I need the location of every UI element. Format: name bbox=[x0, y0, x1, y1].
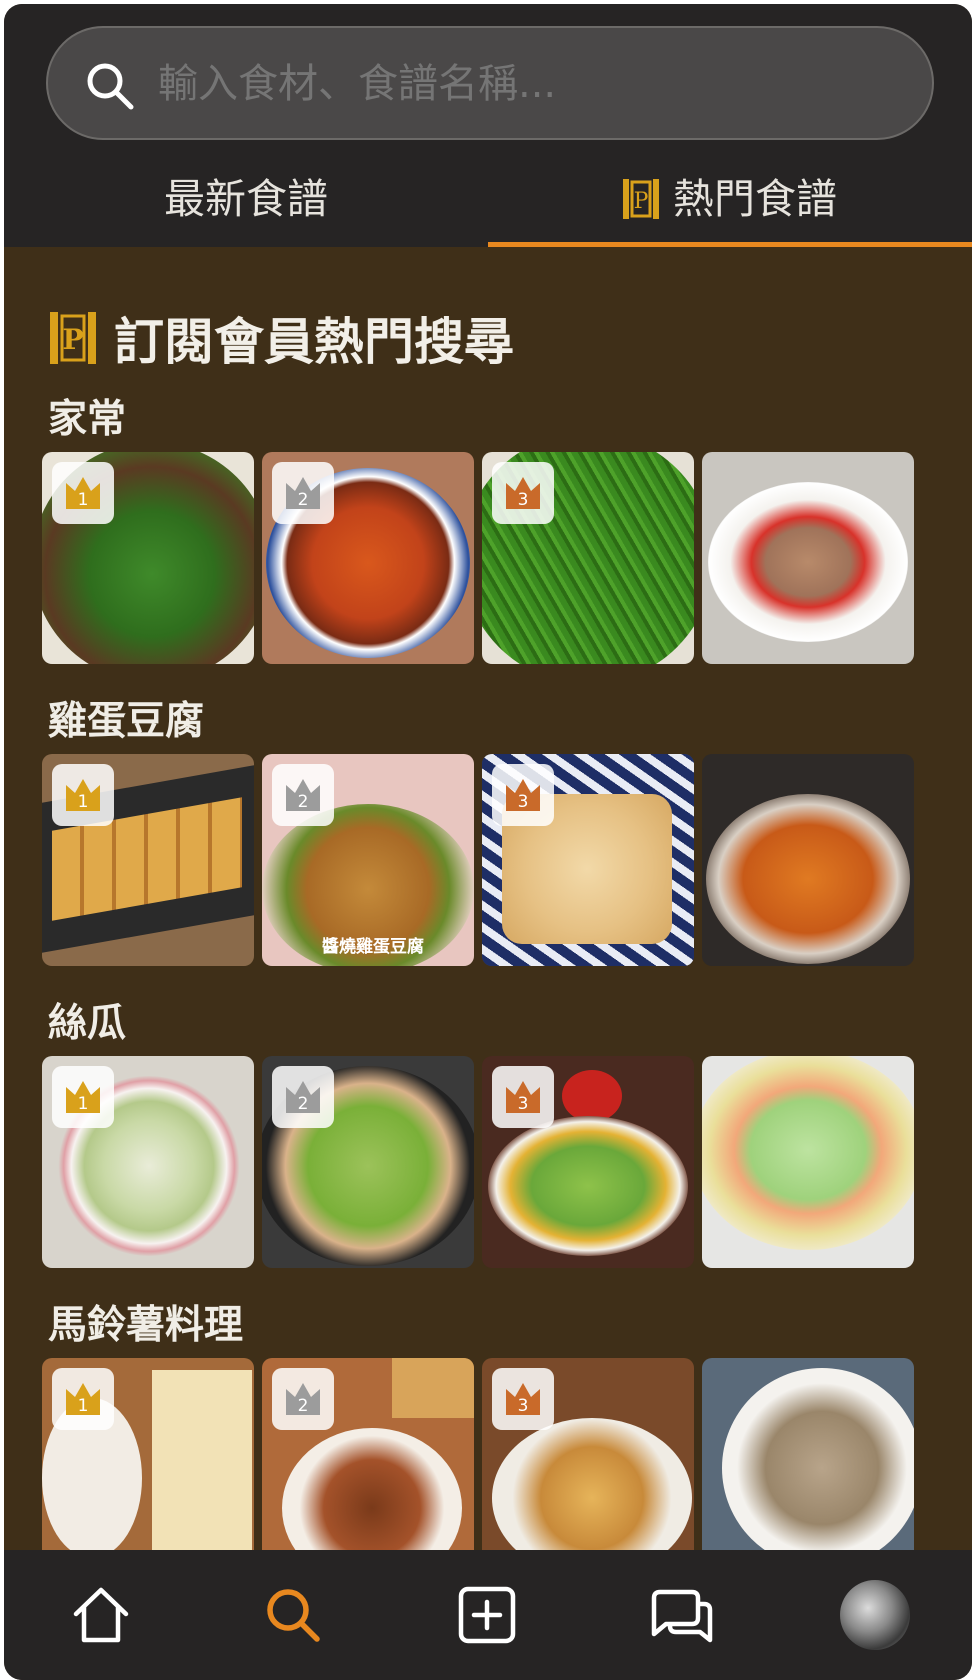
svg-text:P: P bbox=[634, 189, 649, 214]
svg-text:2: 2 bbox=[298, 1094, 309, 1113]
recipe-photo[interactable]: 3 bbox=[482, 1358, 694, 1550]
tab-latest-label: 最新食譜 bbox=[164, 175, 328, 223]
crown-silver-icon: 2 bbox=[286, 1383, 320, 1415]
svg-text:3: 3 bbox=[518, 1094, 529, 1113]
recipe-photo[interactable]: 3 bbox=[482, 1056, 694, 1268]
svg-text:2: 2 bbox=[298, 792, 309, 811]
rank-badge: 1 bbox=[52, 1066, 114, 1128]
svg-text:1: 1 bbox=[78, 792, 89, 811]
recipe-photo[interactable]: 1 bbox=[42, 754, 254, 966]
svg-text:1: 1 bbox=[78, 1094, 89, 1113]
recipe-photo[interactable] bbox=[702, 1358, 914, 1550]
top-bar: 最新食譜 P 熱門食譜 bbox=[4, 4, 972, 247]
rank-badge: 2 bbox=[272, 1066, 334, 1128]
avatar[interactable] bbox=[840, 1580, 910, 1650]
recipe-photo[interactable]: 3 bbox=[482, 754, 694, 966]
crown-gold-icon: 1 bbox=[66, 477, 100, 509]
svg-text:1: 1 bbox=[78, 1396, 89, 1415]
rank-badge: 1 bbox=[52, 764, 114, 826]
rank-badge: 1 bbox=[52, 462, 114, 524]
crown-silver-icon: 2 bbox=[286, 477, 320, 509]
crown-silver-icon: 2 bbox=[286, 1081, 320, 1113]
search-icon[interactable] bbox=[258, 1580, 328, 1650]
premium-p-icon: P bbox=[50, 312, 96, 364]
category-label: 絲瓜 bbox=[48, 1001, 127, 1046]
category-label: 家常 bbox=[48, 397, 127, 442]
tab-popular-label: 熱門食譜 bbox=[673, 175, 837, 223]
add-icon[interactable] bbox=[452, 1580, 522, 1650]
crown-bronze-icon: 3 bbox=[506, 1383, 540, 1415]
crown-bronze-icon: 3 bbox=[506, 1081, 540, 1113]
section-title: P 訂閱會員熱門搜尋 bbox=[50, 306, 514, 371]
search-input[interactable] bbox=[156, 28, 920, 140]
rank-badge: 1 bbox=[52, 1368, 114, 1430]
svg-text:2: 2 bbox=[298, 1396, 309, 1415]
recipe-photo[interactable]: 2 bbox=[262, 452, 474, 664]
svg-text:3: 3 bbox=[518, 1396, 529, 1415]
recipe-photo[interactable] bbox=[702, 452, 914, 664]
app-screen: 最新食譜 P 熱門食譜 P 訂閱會員熱門搜尋 家常 bbox=[4, 4, 972, 1680]
tab-latest-recipes[interactable]: 最新食譜 bbox=[4, 152, 488, 246]
tab-popular-recipes[interactable]: P 熱門食譜 bbox=[488, 152, 972, 246]
recipe-photo[interactable] bbox=[702, 1056, 914, 1268]
crown-gold-icon: 1 bbox=[66, 1081, 100, 1113]
home-icon[interactable] bbox=[66, 1580, 136, 1650]
crown-gold-icon: 1 bbox=[66, 1383, 100, 1415]
recipe-photo[interactable]: 3 bbox=[482, 452, 694, 664]
recipe-photo[interactable]: 1 bbox=[42, 1056, 254, 1268]
crown-silver-icon: 2 bbox=[286, 779, 320, 811]
recipe-photo[interactable]: 2 bbox=[262, 1358, 474, 1550]
rank-badge: 2 bbox=[272, 1368, 334, 1430]
section-title-text: 訂閱會員熱門搜尋 bbox=[114, 313, 514, 371]
rank-badge: 3 bbox=[492, 764, 554, 826]
crown-gold-icon: 1 bbox=[66, 779, 100, 811]
category-label: 雞蛋豆腐 bbox=[48, 699, 205, 744]
category-label: 馬鈴薯料理 bbox=[48, 1303, 244, 1348]
rank-badge: 3 bbox=[492, 462, 554, 524]
crown-bronze-icon: 3 bbox=[506, 477, 540, 509]
recipe-photo[interactable] bbox=[702, 754, 914, 966]
recipe-photo[interactable]: 2 bbox=[262, 1056, 474, 1268]
recipe-photo[interactable]: 醬燒雞蛋豆腐 2 bbox=[262, 754, 474, 966]
rank-badge: 2 bbox=[272, 764, 334, 826]
svg-text:1: 1 bbox=[78, 490, 89, 509]
recipe-photo[interactable]: 1 bbox=[42, 1358, 254, 1550]
svg-text:2: 2 bbox=[298, 490, 309, 509]
photo-caption: 醬燒雞蛋豆腐 bbox=[322, 937, 424, 957]
bottom-nav-bar bbox=[4, 1550, 972, 1680]
premium-p-icon: P bbox=[623, 179, 659, 219]
search-bar[interactable] bbox=[46, 26, 934, 140]
svg-text:3: 3 bbox=[518, 490, 529, 509]
active-tab-indicator bbox=[488, 242, 972, 247]
svg-text:3: 3 bbox=[518, 792, 529, 811]
chat-icon[interactable] bbox=[646, 1580, 716, 1650]
rank-badge: 2 bbox=[272, 462, 334, 524]
search-icon bbox=[87, 63, 134, 110]
rank-badge: 3 bbox=[492, 1368, 554, 1430]
recipe-photo[interactable]: 1 bbox=[42, 452, 254, 664]
rank-badge: 3 bbox=[492, 1066, 554, 1128]
svg-text:P: P bbox=[62, 323, 83, 356]
crown-bronze-icon: 3 bbox=[506, 779, 540, 811]
